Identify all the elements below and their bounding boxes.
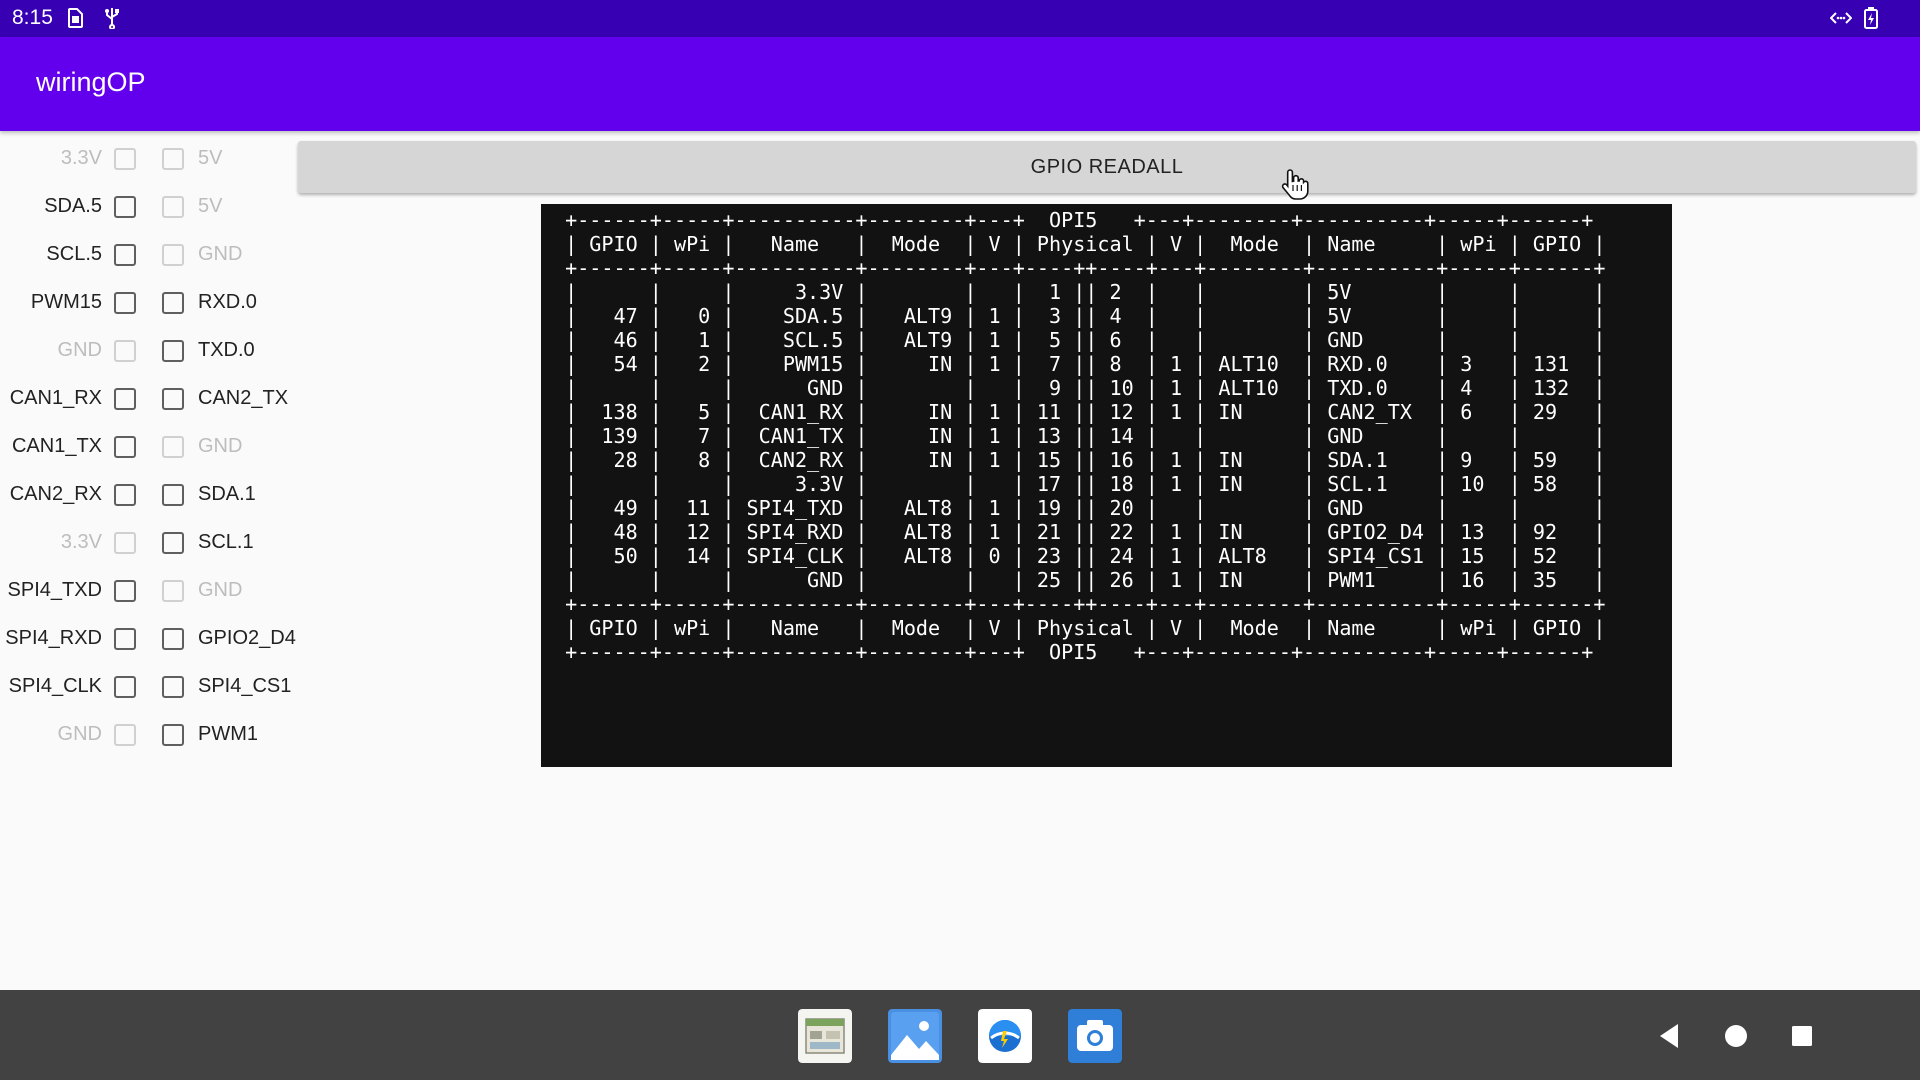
pin-label-left: GND (57, 339, 102, 361)
pin-checkbox-right[interactable] (162, 484, 184, 506)
app-title: wiringOP (36, 67, 146, 97)
pin-checkbox-right[interactable] (162, 676, 184, 698)
pin-label-right: SDA.1 (198, 483, 256, 505)
pin-checkbox-right[interactable] (162, 340, 184, 362)
pin-row: GND PWM1 (0, 714, 300, 762)
navigation-bar (0, 990, 1920, 1080)
pin-label-left: SCL.5 (46, 243, 102, 265)
pin-label-right: SPI4_CS1 (198, 675, 292, 697)
recents-icon[interactable] (1784, 1018, 1820, 1054)
pin-label-right: GND (198, 435, 243, 457)
pin-label-right: RXD.0 (198, 291, 257, 313)
pin-label-left: PWM15 (30, 291, 102, 313)
pin-label-left: SPI4_RXD (5, 627, 102, 649)
pin-checkbox-left[interactable] (114, 484, 136, 506)
pin-checkbox-left (114, 532, 136, 554)
status-time: 8:15 (12, 6, 53, 29)
pin-checkbox-left (114, 724, 136, 746)
pin-label-left: SPI4_CLK (8, 675, 102, 697)
back-icon[interactable] (1652, 1018, 1688, 1054)
pin-checkbox-left (114, 340, 136, 362)
pin-checkbox-left[interactable] (114, 628, 136, 650)
pin-label-right: TXD.0 (198, 339, 255, 361)
hand-pointer-icon (1281, 169, 1309, 200)
pin-row: SPI4_RXD GPIO2_D4 (0, 618, 300, 666)
pin-checkbox-right (162, 148, 184, 170)
gpio-readall-output: +------+-----+----------+--------+---+ O… (541, 204, 1672, 767)
usb-icon (105, 8, 119, 29)
pin-checkbox-left[interactable] (114, 580, 136, 602)
pin-checkbox-right[interactable] (162, 724, 184, 746)
pin-checkbox-right[interactable] (162, 388, 184, 410)
pin-checkbox-left (114, 148, 136, 170)
pin-row: SPI4_TXD GND (0, 570, 300, 618)
pin-checkbox-right[interactable] (162, 292, 184, 314)
photos-app-icon[interactable] (888, 1009, 942, 1063)
pin-label-right: GND (198, 243, 243, 265)
pin-checkbox-left[interactable] (114, 436, 136, 458)
gallery-app-icon[interactable] (798, 1009, 852, 1063)
pin-row: PWM15 RXD.0 (0, 282, 300, 330)
data-sync-icon (1830, 12, 1852, 24)
pin-label-right: SCL.1 (198, 531, 254, 553)
pin-row: 3.3V SCL.1 (0, 522, 300, 570)
pin-checkbox-right (162, 244, 184, 266)
camera-app-icon[interactable] (1068, 1009, 1122, 1063)
pin-checkbox-right (162, 196, 184, 218)
pin-checkbox-left[interactable] (114, 292, 136, 314)
app-bar: wiringOP (0, 37, 1920, 131)
pin-checkbox-right (162, 436, 184, 458)
pin-row: CAN1_RX CAN2_TX (0, 378, 300, 426)
pin-row: CAN2_RX SDA.1 (0, 474, 300, 522)
pin-label-right: CAN2_TX (198, 387, 289, 409)
pin-checkbox-right[interactable] (162, 532, 184, 554)
pin-label-left: CAN1_RX (9, 387, 102, 409)
pin-label-left: 3.3V (60, 147, 102, 169)
pin-label-right: PWM1 (198, 723, 258, 745)
pin-checkbox-left[interactable] (114, 388, 136, 410)
home-icon[interactable] (1718, 1018, 1754, 1054)
pin-label-left: GND (57, 723, 102, 745)
sim-card-icon (68, 8, 83, 28)
pin-checkbox-right (162, 580, 184, 602)
pin-row: 3.3V 5V (0, 138, 300, 186)
pin-label-left: CAN2_RX (9, 483, 102, 505)
pin-checkbox-left[interactable] (114, 676, 136, 698)
status-bar: 8:15 (0, 0, 1920, 37)
pin-checkbox-right[interactable] (162, 628, 184, 650)
browser-app-icon[interactable] (978, 1009, 1032, 1063)
pin-label-left: SPI4_TXD (7, 579, 102, 601)
pin-row: GND TXD.0 (0, 330, 300, 378)
pin-label-right: GND (198, 579, 243, 601)
pin-label-right: GPIO2_D4 (198, 627, 296, 649)
pin-label-left: SDA.5 (44, 195, 102, 217)
pin-label-right: 5V (198, 147, 223, 169)
pin-row: SCL.5 GND (0, 234, 300, 282)
pin-label-right: 5V (198, 195, 223, 217)
pin-checkbox-left[interactable] (114, 244, 136, 266)
gpio-readall-button[interactable]: GPIO READALL (298, 141, 1916, 193)
pin-row: SPI4_CLK SPI4_CS1 (0, 666, 300, 714)
pin-row: CAN1_TX GND (0, 426, 300, 474)
pin-label-left: CAN1_TX (11, 435, 102, 457)
terminal-text: +------+-----+----------+--------+---+ O… (565, 208, 1606, 664)
pin-row: SDA.5 5V (0, 186, 300, 234)
pin-checkbox-left[interactable] (114, 196, 136, 218)
battery-charging-icon (1864, 7, 1878, 29)
pin-label-left: 3.3V (60, 531, 102, 553)
